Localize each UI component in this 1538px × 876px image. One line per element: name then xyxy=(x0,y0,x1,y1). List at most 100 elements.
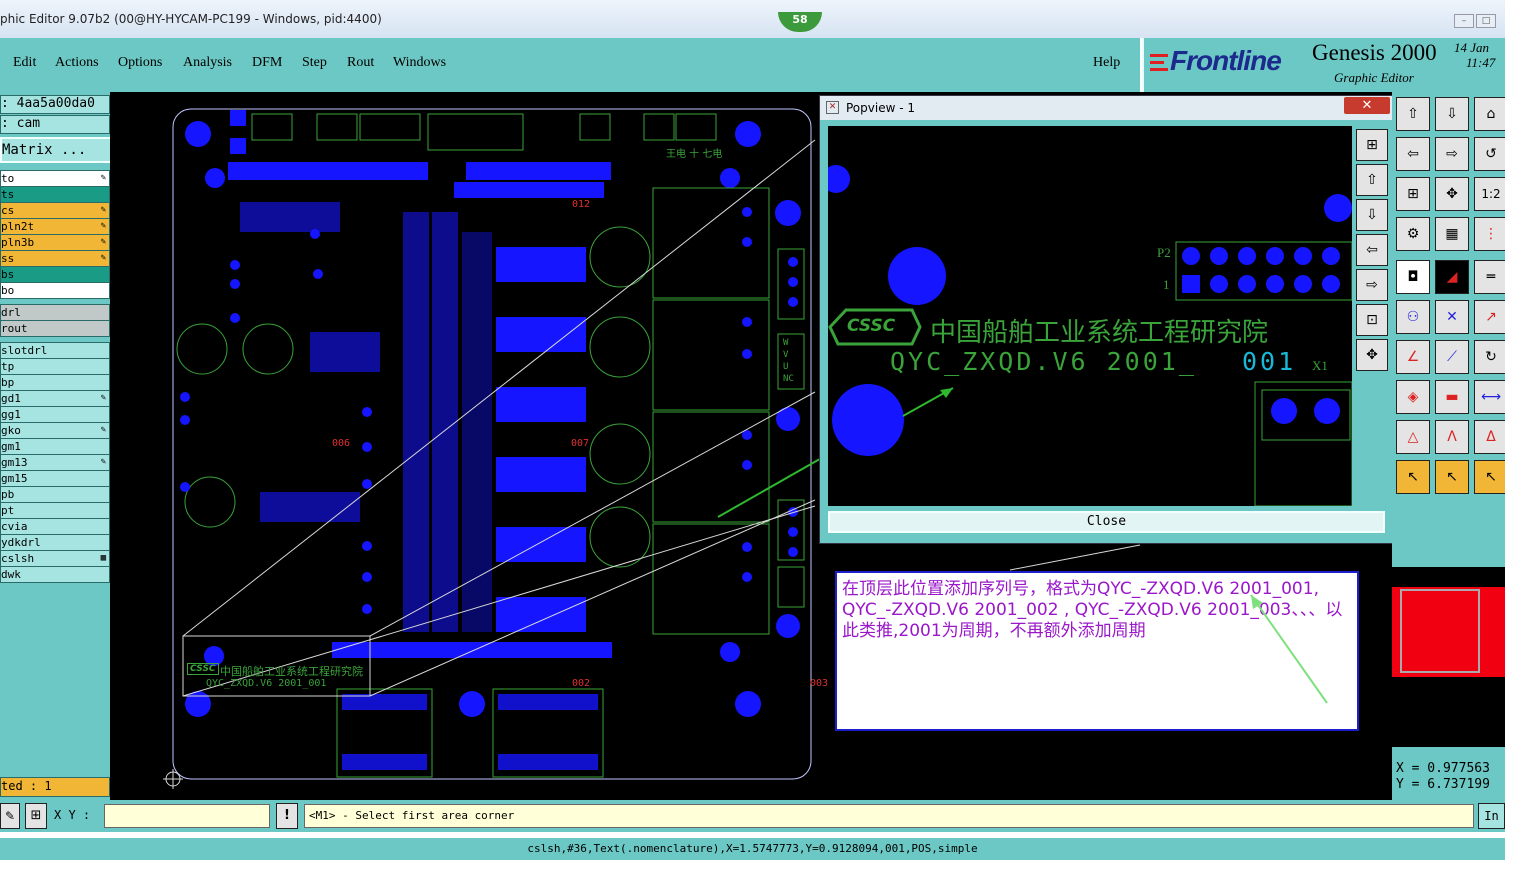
layer-flag-icon: ▦ xyxy=(100,553,106,563)
silk-logo: CSSC xyxy=(187,663,219,675)
layer-row[interactable]: rout xyxy=(0,320,110,337)
slant-icon[interactable]: ⟋ xyxy=(1435,340,1469,374)
layer-row[interactable]: cs ✎ xyxy=(0,202,110,219)
layer-flag-icon: ✎ xyxy=(100,393,106,403)
layer-row[interactable]: pln2t ✎ xyxy=(0,218,110,235)
step-field[interactable]: : cam xyxy=(0,115,110,134)
grid-snap-icon[interactable]: ⊞ xyxy=(25,803,47,829)
menu-step[interactable]: Step xyxy=(302,55,327,71)
layer-name: bp xyxy=(1,376,15,389)
zoom-in-icon[interactable]: ⇧ xyxy=(1396,97,1430,131)
redraw-icon[interactable]: ↺ xyxy=(1474,137,1508,171)
pan-right-icon[interactable]: ⇨ xyxy=(1356,269,1388,301)
layer-row[interactable]: cslsh ▦ xyxy=(0,550,110,567)
peak-icon[interactable]: Λ xyxy=(1435,420,1469,454)
layer-row[interactable]: bo xyxy=(0,282,110,299)
line-icon[interactable]: ∠ xyxy=(1396,340,1430,374)
layer-row[interactable]: pt xyxy=(0,502,110,519)
menu-edit[interactable]: Edit xyxy=(13,55,36,71)
layer-row[interactable]: ydkdrl xyxy=(0,534,110,551)
job-field[interactable]: : 4aa5a00da0 xyxy=(0,95,110,114)
alert-icon[interactable]: ! xyxy=(276,803,298,829)
zoom-out-icon[interactable]: ⇩ xyxy=(1356,199,1388,231)
xy-input[interactable] xyxy=(104,804,270,828)
layer-row[interactable]: ss ✎ xyxy=(0,250,110,267)
notification-badge[interactable]: 58 xyxy=(778,12,822,32)
width-icon[interactable]: ⟷ xyxy=(1474,380,1508,414)
menu-dfm[interactable]: DFM xyxy=(252,55,282,71)
matrix-button[interactable]: Matrix ... xyxy=(0,137,112,163)
popview-title-bar[interactable]: ✕ Popview - 1 ✕ xyxy=(820,96,1394,120)
ref-label: 003 xyxy=(810,678,829,689)
layer-row[interactable]: gm13 ✎ xyxy=(0,454,110,471)
menu-analysis[interactable]: Analysis xyxy=(183,55,232,71)
popview-window: ✕ Popview - 1 ✕ CSSC 中国船舶工业系统工程研究院 QYC_Z… xyxy=(819,95,1397,544)
layer-row[interactable]: cvia xyxy=(0,518,110,535)
pointer-icon[interactable]: ↖ xyxy=(1396,460,1430,494)
ruler-icon[interactable]: ═ xyxy=(1474,260,1508,294)
layer-row[interactable]: dwk xyxy=(0,566,110,583)
zoom-in-icon[interactable]: ⇧ xyxy=(1356,164,1388,196)
layer-row[interactable]: gm1 xyxy=(0,438,110,455)
layer-row[interactable]: drl xyxy=(0,304,110,321)
pad-icon[interactable]: ◘ xyxy=(1396,260,1430,294)
layer-flag-icon: ✎ xyxy=(100,221,106,231)
popview-close-button[interactable]: Close xyxy=(828,511,1385,533)
popview-close-icon[interactable]: ✕ xyxy=(1344,97,1390,114)
arc-icon[interactable]: ↻ xyxy=(1474,340,1508,374)
layer-row[interactable]: to ✎ xyxy=(0,170,110,187)
info-button[interactable]: In xyxy=(1478,803,1505,829)
zoom-home-icon[interactable]: ⊡ xyxy=(1356,304,1388,336)
node-icon[interactable]: ◈ xyxy=(1396,380,1430,414)
home-icon[interactable]: ⌂ xyxy=(1474,97,1508,131)
menu-help[interactable]: Help xyxy=(1093,55,1120,71)
layer-name: cs xyxy=(1,204,15,217)
menu-options[interactable]: Options xyxy=(118,55,162,71)
center-icon[interactable]: ✥ xyxy=(1435,177,1469,211)
measure-icon[interactable]: ↗ xyxy=(1474,300,1508,334)
ref-label: 012 xyxy=(572,199,591,210)
status-text: cslsh,#36,Text(.nomenclature),X=1.574777… xyxy=(527,842,978,855)
xy-label: X Y : xyxy=(54,808,91,822)
pan-right-icon[interactable]: ⇨ xyxy=(1435,137,1469,171)
scale-icon[interactable]: 1:2 xyxy=(1474,177,1508,211)
minus-icon[interactable]: ▬ xyxy=(1435,380,1469,414)
layer-row[interactable]: gko ✎ xyxy=(0,422,110,439)
menu-actions[interactable]: Actions xyxy=(55,55,99,71)
edit-icon[interactable]: ✎ xyxy=(0,803,20,829)
layer-row[interactable]: slotdrl xyxy=(0,342,110,359)
cross-icon[interactable]: ✕ xyxy=(1435,300,1469,334)
select-icon[interactable]: ↖ xyxy=(1435,460,1469,494)
layer-row[interactable]: gm15 xyxy=(0,470,110,487)
layer-row[interactable]: gd1 ✎ xyxy=(0,390,110,407)
snap-icon[interactable]: ⚙ xyxy=(1396,217,1430,251)
net-icon[interactable]: ⋮ xyxy=(1474,217,1508,251)
delta-icon[interactable]: Δ xyxy=(1474,420,1508,454)
layer-row[interactable]: bp xyxy=(0,374,110,391)
connector-label: W V U NC xyxy=(783,338,794,384)
layer-row[interactable]: tp xyxy=(0,358,110,375)
layer-row[interactable]: pb xyxy=(0,486,110,503)
zoom-fit-icon[interactable]: ⊞ xyxy=(1396,177,1430,211)
menu-rout[interactable]: Rout xyxy=(347,55,374,71)
minimize-icon[interactable]: – xyxy=(1454,14,1474,28)
triangle-icon[interactable]: △ xyxy=(1396,420,1430,454)
layer-name: ss xyxy=(1,252,15,265)
connect-icon[interactable]: ⚇ xyxy=(1396,300,1430,334)
center-icon[interactable]: ✥ xyxy=(1356,339,1388,371)
layer-color-icon[interactable]: ◢ xyxy=(1435,260,1469,294)
layer-row[interactable]: bs xyxy=(0,266,110,283)
layer-row[interactable]: pln3b ✎ xyxy=(0,234,110,251)
annotation-note: 在顶层此位置添加序列号，格式为QYC_-ZXQD.V6 2001_001, QY… xyxy=(835,571,1359,731)
popview-canvas[interactable]: CSSC 中国船舶工业系统工程研究院 QYC_ZXQD.V6 2001_ 001… xyxy=(828,126,1352,506)
zoom-out-icon[interactable]: ⇩ xyxy=(1435,97,1469,131)
maximize-icon[interactable]: □ xyxy=(1476,14,1496,28)
menu-windows[interactable]: Windows xyxy=(393,55,446,71)
zoom-fit-icon[interactable]: ⊞ xyxy=(1356,129,1388,161)
grid-icon[interactable]: ▦ xyxy=(1435,217,1469,251)
pan-left-icon[interactable]: ⇦ xyxy=(1356,234,1388,266)
select-area-icon[interactable]: ↖ xyxy=(1474,460,1508,494)
pan-left-icon[interactable]: ⇦ xyxy=(1396,137,1430,171)
layer-row[interactable]: gg1 xyxy=(0,406,110,423)
layer-row[interactable]: ts xyxy=(0,186,110,203)
